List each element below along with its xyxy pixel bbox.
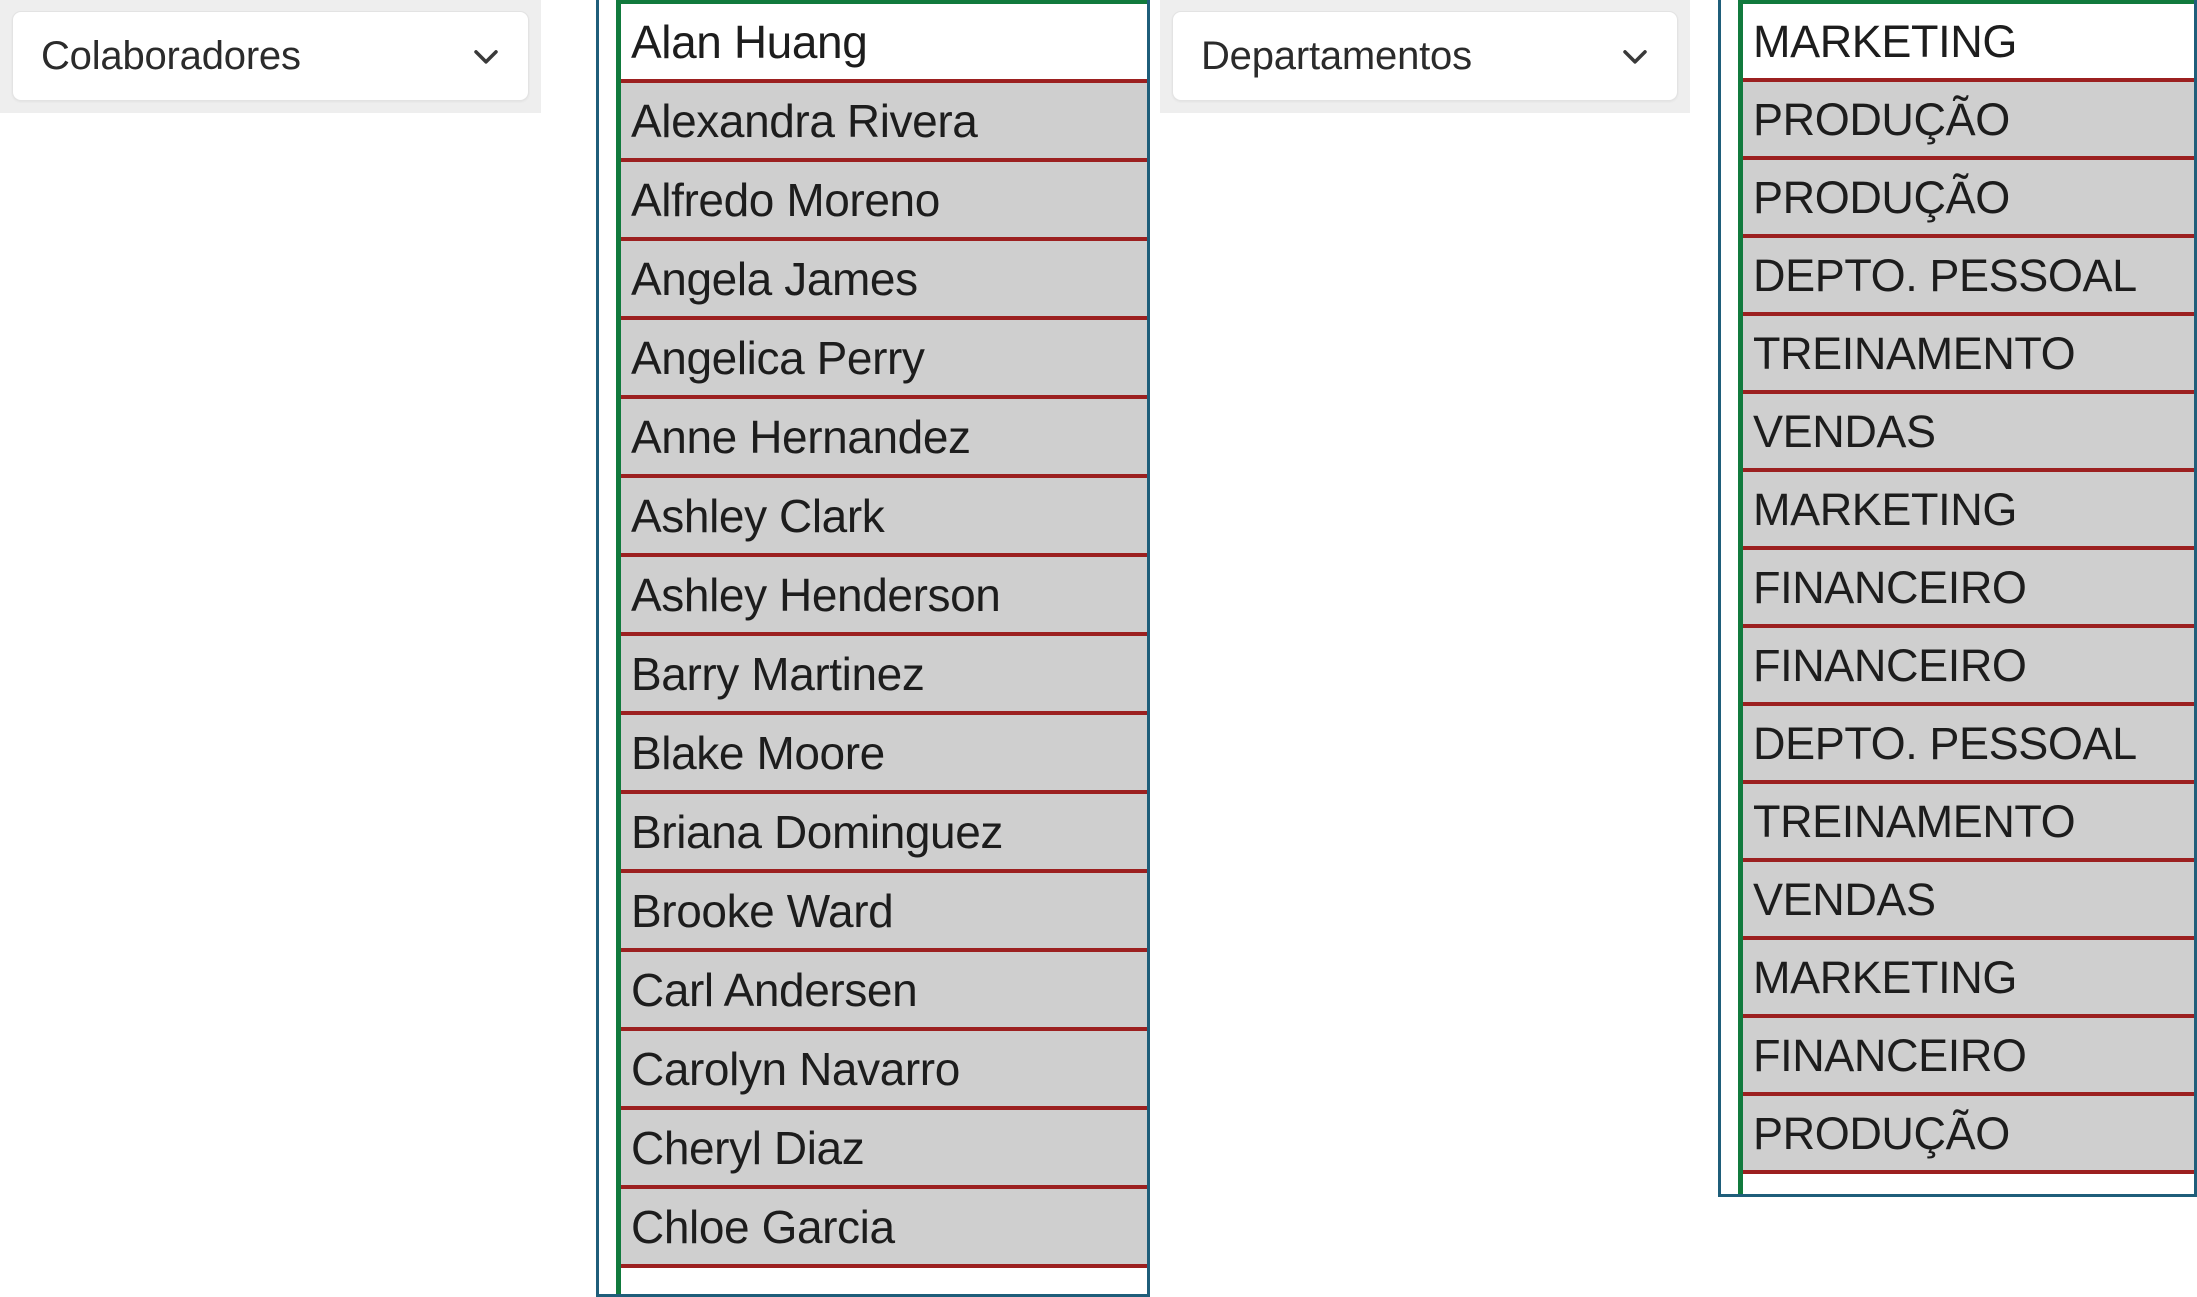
list-item[interactable]: Carl Andersen — [621, 952, 1147, 1031]
list-item-label: Alfredo Moreno — [631, 173, 940, 226]
list-item-label: Angelica Perry — [631, 331, 925, 384]
list-item[interactable]: Alexandra Rivera — [621, 83, 1147, 162]
list-item[interactable]: Anne Hernandez — [621, 399, 1147, 478]
list-item-label: Briana Dominguez — [631, 805, 1004, 858]
list-item[interactable]: VENDAS — [1743, 862, 2194, 940]
list-item-label: Barry Martinez — [631, 647, 925, 700]
list-item[interactable]: MARKETING — [1743, 472, 2194, 550]
list-item-label: Alan Huang — [631, 15, 868, 68]
list-item[interactable]: FINANCEIRO — [1743, 1018, 2194, 1096]
chevron-down-icon[interactable] — [466, 36, 506, 76]
list-item[interactable]: Brooke Ward — [621, 873, 1147, 952]
list-item[interactable]: VENDAS — [1743, 394, 2194, 472]
list-item[interactable]: Ashley Clark — [621, 478, 1147, 557]
list-departamentos[interactable]: MARKETING PRODUÇÃO PRODUÇÃO DEPTO. PESSOAL T… — [1718, 0, 2197, 1197]
list-item-label: Ashley Henderson — [631, 568, 1001, 621]
slicer-colaboradores-button[interactable]: Colaboradores — [12, 11, 529, 101]
list-item[interactable]: Chloe Garcia — [621, 1189, 1147, 1268]
list-item-label: DEPTO. PESSOAL — [1753, 249, 2137, 301]
slicer-departamentos[interactable]: Departamentos — [1160, 0, 1690, 113]
list-item-label: MARKETING — [1753, 483, 2017, 535]
list-item[interactable]: Briana Dominguez — [621, 794, 1147, 873]
list-item[interactable]: PRODUÇÃO — [1743, 82, 2194, 160]
list-item-label: MARKETING — [1753, 15, 2017, 67]
list-item-label: Brooke Ward — [631, 884, 894, 937]
list-item-label: MARKETING — [1753, 951, 2017, 1003]
list-item[interactable]: Ashley Henderson — [621, 557, 1147, 636]
slicer-colaboradores-label: Colaboradores — [41, 34, 301, 78]
list-item[interactable]: TREINAMENTO — [1743, 316, 2194, 394]
list-item-label: DEPTO. PESSOAL — [1753, 717, 2137, 769]
list-colaboradores-inner: Alan Huang Alexandra Rivera Alfredo Moreno… — [616, 0, 1147, 1294]
list-item[interactable]: PRODUÇÃO — [1743, 160, 2194, 238]
list-item[interactable]: FINANCEIRO — [1743, 628, 2194, 706]
list-item-label: Angela James — [631, 252, 918, 305]
list-item[interactable]: MARKETING — [1743, 4, 2194, 82]
list-item[interactable]: TREINAMENTO — [1743, 784, 2194, 862]
list-item[interactable]: Carolyn Navarro — [621, 1031, 1147, 1110]
slicer-departamentos-button[interactable]: Departamentos — [1172, 11, 1678, 101]
list-item[interactable]: FINANCEIRO — [1743, 550, 2194, 628]
list-item-label: FINANCEIRO — [1753, 1029, 2027, 1081]
list-colaboradores[interactable]: Alan Huang Alexandra Rivera Alfredo Moreno… — [596, 0, 1150, 1297]
list-item-label: FINANCEIRO — [1753, 561, 2027, 613]
list-item[interactable]: PRODUÇÃO — [1743, 1096, 2194, 1174]
list-item[interactable]: Barry Martinez — [621, 636, 1147, 715]
list-item-label: Alexandra Rivera — [631, 94, 978, 147]
list-departamentos-rows: MARKETING PRODUÇÃO PRODUÇÃO DEPTO. PESSOAL T… — [1743, 4, 2194, 1174]
list-item-label: PRODUÇÃO — [1753, 171, 2010, 223]
list-item[interactable]: Angela James — [621, 241, 1147, 320]
list-item[interactable]: Alan Huang — [621, 4, 1147, 83]
slicer-departamentos-label: Departamentos — [1201, 34, 1472, 78]
list-item-label: PRODUÇÃO — [1753, 93, 2010, 145]
list-item-label: Chloe Garcia — [631, 1200, 895, 1253]
list-item[interactable]: Alfredo Moreno — [621, 162, 1147, 241]
list-item[interactable]: Cheryl Diaz — [621, 1110, 1147, 1189]
list-item[interactable]: Angelica Perry — [621, 320, 1147, 399]
chevron-down-icon[interactable] — [1615, 36, 1655, 76]
list-item-label: Ashley Clark — [631, 489, 885, 542]
list-item-label: Anne Hernandez — [631, 410, 971, 463]
list-item-label: VENDAS — [1753, 405, 1936, 457]
list-item[interactable]: DEPTO. PESSOAL — [1743, 238, 2194, 316]
list-item[interactable]: MARKETING — [1743, 940, 2194, 1018]
slicer-colaboradores[interactable]: Colaboradores — [0, 0, 541, 113]
list-item-label: TREINAMENTO — [1753, 795, 2076, 847]
list-item-label: VENDAS — [1753, 873, 1936, 925]
list-departamentos-inner: MARKETING PRODUÇÃO PRODUÇÃO DEPTO. PESSOAL T… — [1738, 0, 2194, 1194]
list-item-label: FINANCEIRO — [1753, 639, 2027, 691]
list-item-label: PRODUÇÃO — [1753, 1107, 2010, 1159]
list-item-label: Blake Moore — [631, 726, 885, 779]
list-item-label: TREINAMENTO — [1753, 327, 2076, 379]
list-item-label: Carolyn Navarro — [631, 1042, 960, 1095]
list-item-label: Cheryl Diaz — [631, 1121, 865, 1174]
list-colaboradores-rows: Alan Huang Alexandra Rivera Alfredo Moreno… — [621, 4, 1147, 1268]
list-item[interactable]: Blake Moore — [621, 715, 1147, 794]
list-item-label: Carl Andersen — [631, 963, 918, 1016]
list-item[interactable]: DEPTO. PESSOAL — [1743, 706, 2194, 784]
